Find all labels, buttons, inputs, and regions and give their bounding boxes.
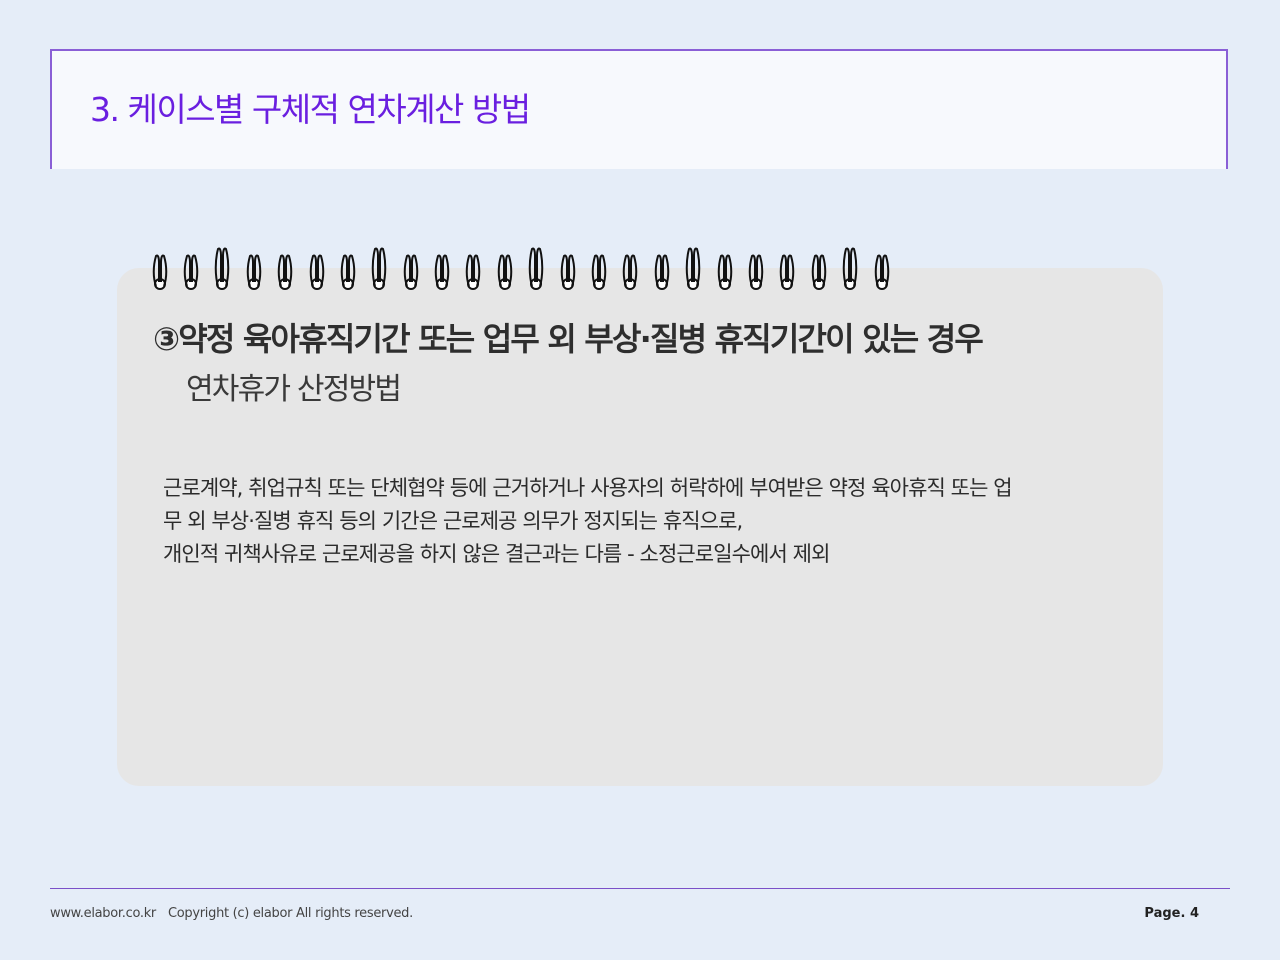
case-subheading: 연차휴가 산정방법 — [186, 372, 402, 407]
description-line: 무 외 부상·질병 휴직 등의 기간은 근로제공 의무가 정지되는 휴직으로, — [163, 509, 743, 533]
spiral-ring-icon — [811, 254, 827, 290]
page-number: Page. 4 — [1144, 906, 1199, 921]
spiral-ring-icon — [465, 254, 481, 290]
spiral-ring-icon — [277, 254, 293, 290]
footer-site-link[interactable]: www.elabor.co.kr — [50, 906, 156, 921]
spiral-ring-icon — [528, 247, 544, 290]
spiral-ring-icon — [748, 254, 764, 290]
spiral-ring-icon — [434, 254, 450, 290]
title-box: 3. 케이스별 구체적 연차계산 방법 — [50, 49, 1228, 169]
spiral-ring-icon — [842, 247, 858, 290]
spiral-ring-icon — [183, 254, 199, 290]
spiral-ring-icon — [779, 254, 795, 290]
spiral-ring-icon — [246, 254, 262, 290]
spiral-ring-icon — [591, 254, 607, 290]
spiral-ring-icon — [560, 254, 576, 290]
description-line: 개인적 귀책사유로 근로제공을 하지 않은 결근과는 다름 - 소정근로일수에서… — [163, 542, 830, 566]
footer-divider — [50, 888, 1230, 889]
spiral-ring-icon — [214, 247, 230, 290]
spiral-ring-icon — [685, 247, 701, 290]
spiral-ring-icon — [622, 254, 638, 290]
footer-copyright: Copyright (c) elabor All rights reserved… — [167, 906, 413, 921]
page-title: 3. 케이스별 구체적 연차계산 방법 — [90, 90, 531, 129]
spiral-ring-icon — [152, 254, 168, 290]
spiral-ring-icon — [403, 254, 419, 290]
case-description: 근로계약, 취업규칙 또는 단체협약 등에 근거하거나 사용자의 허락하에 부여… — [163, 472, 1123, 571]
spiral-ring-icon — [654, 254, 670, 290]
spiral-ring-icon — [874, 254, 890, 290]
spiral-ring-icon — [371, 247, 387, 290]
spiral-ring-icon — [497, 254, 513, 290]
spiral-binding — [150, 246, 890, 294]
spiral-ring-icon — [717, 254, 733, 290]
description-line: 근로계약, 취업규칙 또는 단체협약 등에 근거하거나 사용자의 허락하에 부여… — [163, 476, 1013, 500]
case-heading: ③약정 육아휴직기간 또는 업무 외 부상·질병 휴직기간이 있는 경우 — [153, 320, 984, 358]
spiral-ring-icon — [309, 254, 325, 290]
spiral-ring-icon — [340, 254, 356, 290]
footer-info: www.elabor.co.kr Copyright (c) elabor All… — [50, 906, 413, 921]
